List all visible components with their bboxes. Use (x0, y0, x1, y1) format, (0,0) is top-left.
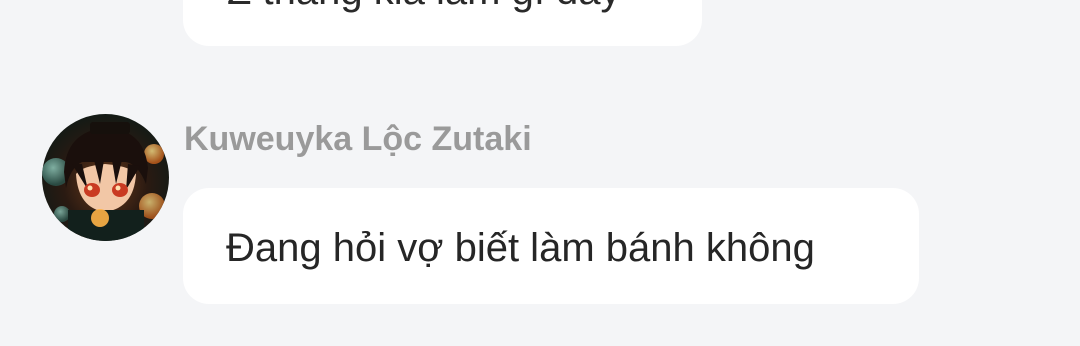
previous-message-text: Z thằng kia làm gì đấy (227, 0, 621, 11)
avatar-image (42, 114, 169, 241)
message-bubble[interactable]: Đang hỏi vợ biết làm bánh không (183, 188, 919, 304)
message-text: Đang hỏi vợ biết làm bánh không (226, 226, 815, 270)
previous-message-bubble[interactable]: Z thằng kia làm gì đấy (183, 0, 702, 46)
sender-avatar[interactable] (42, 114, 169, 241)
sender-name: Kuweuyka Lộc Zutaki (184, 120, 532, 158)
